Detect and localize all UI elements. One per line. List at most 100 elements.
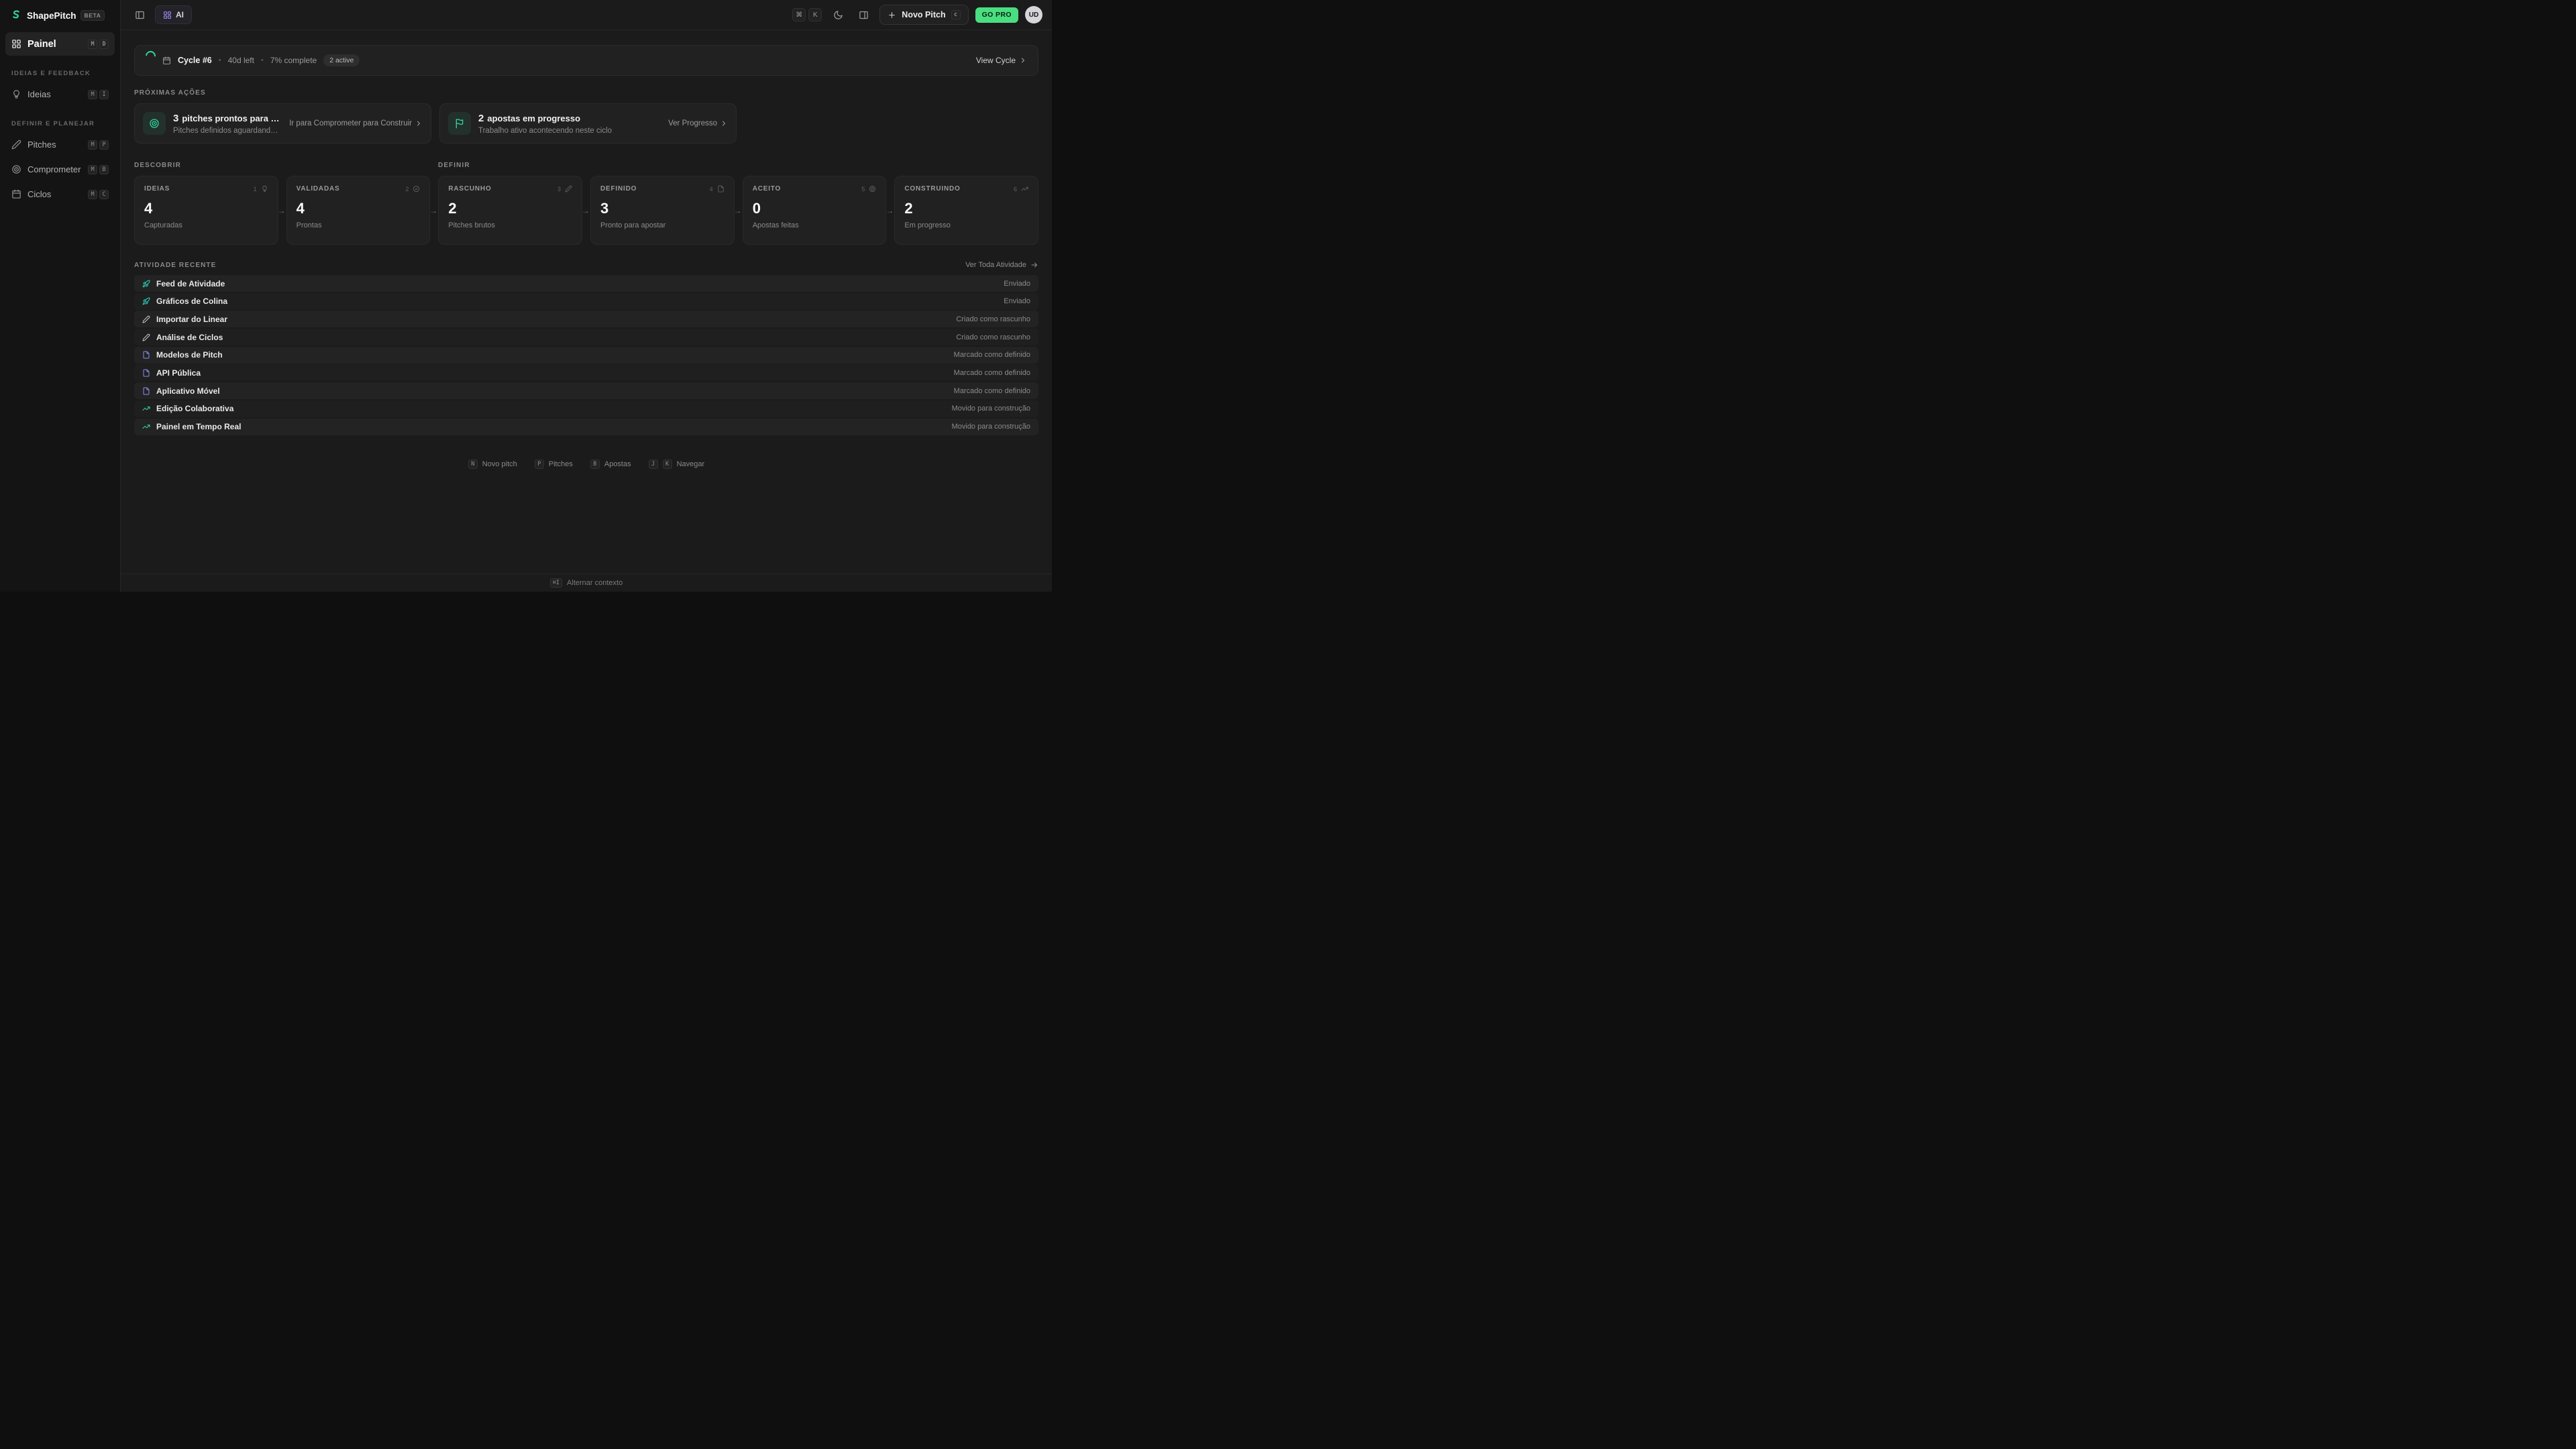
activity-row[interactable]: Edição Colaborativa Movido para construç… <box>134 400 1038 417</box>
trending-up-icon <box>1021 185 1028 193</box>
activity-title: Aplicativo Móvel <box>156 386 220 396</box>
target-icon <box>11 164 21 174</box>
new-pitch-button[interactable]: Novo Pitch c <box>879 5 969 25</box>
kbd-key: B <box>590 459 600 469</box>
cycle-complete: 7% complete <box>270 56 317 65</box>
kbd-key: M <box>88 140 97 150</box>
group-label-definir: DEFINIR <box>438 162 470 169</box>
activity-row[interactable]: Feed de Atividade Enviado <box>134 275 1038 292</box>
dot-separator: • <box>218 56 221 64</box>
activity-row[interactable]: Aplicativo Móvel Marcado como definido <box>134 382 1038 400</box>
keyboard-hints: N Novo pitch P Pitches B Apostas J K Nav… <box>134 459 1038 469</box>
view-all-activity-link[interactable]: Ver Toda Atividade <box>965 261 1038 269</box>
sidebar-item-comprometer[interactable]: Comprometer M B <box>5 158 115 181</box>
stage-card-definido[interactable]: DEFINIDO 4 3 Pronto para apostar → <box>590 176 742 245</box>
stage-card-ideias[interactable]: IDEIAS 1 4 Capturadas → <box>134 176 286 245</box>
kbd-key: D <box>99 39 109 49</box>
new-pitch-label: Novo Pitch <box>902 10 946 19</box>
panel-toggle-button[interactable] <box>854 5 873 24</box>
stage-meta: 3 <box>557 185 572 193</box>
action-card-pitches-ready[interactable]: 3pitches prontos para compr... Pitches d… <box>134 103 431 144</box>
action-card-bets-in-progress[interactable]: 2 apostas em progresso Trabalho ativo aco… <box>439 103 737 144</box>
activity-row[interactable]: Análise de Ciclos Criado como rascunho <box>134 329 1038 346</box>
activity-title: Painel em Tempo Real <box>156 422 241 431</box>
stage-value: 2 <box>904 200 913 217</box>
view-cycle-link[interactable]: View Cycle <box>976 56 1027 65</box>
stage-meta: 5 <box>861 185 876 193</box>
stage-meta: 2 <box>405 185 420 193</box>
theme-toggle-button[interactable] <box>828 5 847 24</box>
kbd-key: P <box>534 459 544 469</box>
stage-card-rascunho[interactable]: RASCUNHO 3 2 Pitches brutos → <box>438 176 590 245</box>
context-switch-footer[interactable]: ⌘I Alternar contexto <box>121 574 1052 592</box>
flag-icon <box>454 118 465 129</box>
lightbulb-icon <box>261 185 268 193</box>
kbd-key: I <box>99 89 109 99</box>
ai-button[interactable]: AI <box>155 5 192 24</box>
pencil-icon <box>142 315 150 323</box>
command-i-kbd: ⌘I <box>549 578 563 588</box>
stage-step: 1 <box>253 185 257 193</box>
hint-label: Navegar <box>676 460 705 468</box>
activity-row[interactable]: Importar do Linear Criado como rascunho <box>134 311 1038 328</box>
activity-title: Edição Colaborativa <box>156 404 234 414</box>
stage-caption: Prontas <box>296 221 322 229</box>
app-logo[interactable]: ShapePitch BETA <box>0 9 120 32</box>
activity-row[interactable]: Gráficos de Colina Enviado <box>134 292 1038 310</box>
lightbulb-icon <box>11 89 21 99</box>
trending-up-icon <box>142 423 150 431</box>
stage-card-aceito[interactable]: ACEITO 5 0 Apostas feitas → <box>742 176 894 245</box>
action-card-link[interactable]: Ir para Comprometer para Construir <box>289 119 423 127</box>
action-card-link[interactable]: Ver Progresso <box>668 119 728 127</box>
ai-button-label: AI <box>176 10 184 19</box>
activity-row[interactable]: Painel em Tempo Real Movido para constru… <box>134 418 1038 435</box>
sidebar-item-painel[interactable]: Painel M D <box>5 32 115 56</box>
sidebar-item-label: Painel <box>28 38 56 50</box>
active-count-badge: 2 active <box>323 54 360 66</box>
action-count: 2 <box>478 112 484 124</box>
action-title-text: apostas em progresso <box>487 113 581 123</box>
view-cycle-label: View Cycle <box>975 56 1016 65</box>
activity-title: Gráficos de Colina <box>156 297 228 307</box>
kbd-key: J <box>648 459 658 469</box>
flow-arrow-icon: → <box>582 205 590 215</box>
stage-meta: 4 <box>710 185 724 193</box>
cycle-progress-arc-icon <box>143 48 158 64</box>
command-palette-shortcut[interactable]: ⌘ K <box>792 8 822 21</box>
sidebar-item-pitches[interactable]: Pitches M P <box>5 133 115 156</box>
stage-card-validadas[interactable]: VALIDADAS 2 4 Prontas → <box>286 176 437 245</box>
activity-status: Movido para construção <box>951 405 1030 413</box>
stage-caption: Apostas feitas <box>752 221 799 229</box>
trending-up-icon <box>142 405 150 413</box>
sidebar-item-ciclos[interactable]: Ciclos M C <box>5 182 115 206</box>
k-key: K <box>808 8 822 21</box>
action-title-text: pitches prontos para compr... <box>182 113 282 123</box>
stage-name: DEFINIDO <box>600 185 637 193</box>
hint-pitches: P Pitches <box>534 459 573 469</box>
pipeline-group-labels: DESCOBRIR DEFINIR <box>134 162 1038 170</box>
shortcut-keys: M B <box>88 164 109 174</box>
calendar-icon <box>11 189 21 199</box>
file-icon <box>142 351 150 359</box>
activity-status: Movido para construção <box>951 423 1030 431</box>
stage-card-construindo[interactable]: CONSTRUINDO 6 2 Em progresso <box>894 176 1039 245</box>
go-pro-button[interactable]: GO PRO <box>975 7 1018 23</box>
pencil-icon <box>11 140 21 150</box>
cmd-key: ⌘ <box>792 8 806 21</box>
target-icon <box>869 185 876 193</box>
chevron-right-icon <box>1019 56 1027 64</box>
pipeline-section: DESCOBRIR DEFINIR IDEIAS 1 4 Capturadas … <box>134 162 1039 245</box>
next-actions: 3pitches prontos para compr... Pitches d… <box>134 103 1038 144</box>
hint-label: Pitches <box>548 460 573 468</box>
view-all-activity-label: Ver Toda Atividade <box>965 261 1026 269</box>
chevron-right-icon <box>720 119 728 127</box>
activity-row[interactable]: Modelos de Pitch Marcado como definido <box>134 346 1038 364</box>
sidebar-toggle-button[interactable] <box>130 5 149 24</box>
activity-row[interactable]: API Pública Marcado como definido <box>134 364 1038 382</box>
cycle-days-left: 40d left <box>227 56 254 65</box>
beta-badge: BETA <box>80 10 105 21</box>
user-avatar[interactable]: UD <box>1025 6 1042 23</box>
activity-heading: ATIVIDADE RECENTE <box>134 261 217 269</box>
rocket-icon <box>142 297 150 305</box>
sidebar-item-ideias[interactable]: Ideias M I <box>5 83 115 106</box>
